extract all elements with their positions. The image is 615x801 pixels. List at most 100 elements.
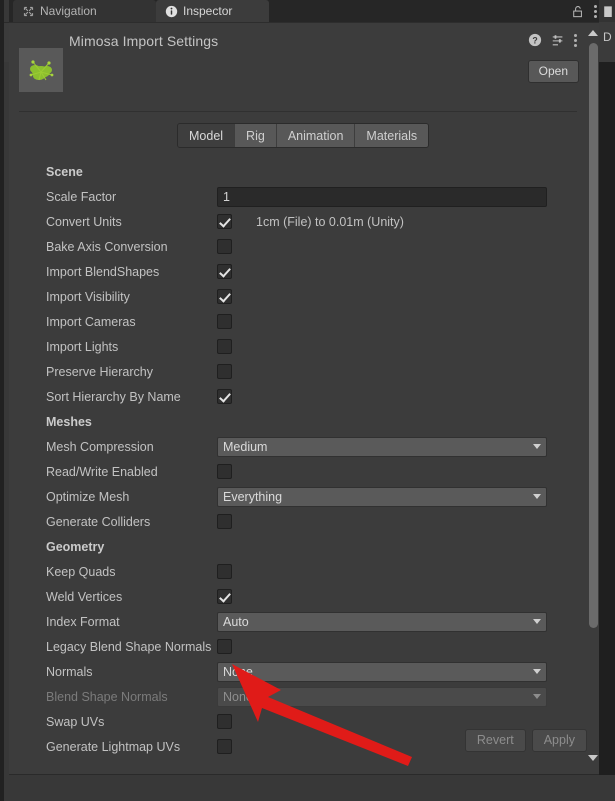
- tab-navigation-label: Navigation: [40, 4, 97, 18]
- property-row-preserve-hierarchy: Preserve Hierarchy: [9, 359, 587, 384]
- property-label-read-write-enabled: Read/Write Enabled: [9, 465, 217, 479]
- unity-editor-window: Navigation Inspector D: [0, 0, 615, 801]
- import-tab-label: Animation: [288, 129, 344, 143]
- help-icon[interactable]: ?: [528, 33, 542, 47]
- unlocked-padlock-icon[interactable]: [572, 5, 584, 18]
- tab-bar-controls: [572, 0, 597, 22]
- inspector-panel: Mimosa Import Settings ? Open: [9, 22, 599, 774]
- chevron-down-icon: [533, 619, 541, 624]
- checkbox-sort-hierarchy-by-name[interactable]: [217, 389, 232, 404]
- property-label-swap-uvs: Swap UVs: [9, 715, 217, 729]
- dropdown-blend-shape-normals: None: [217, 687, 547, 707]
- header-icon-group: ?: [528, 33, 577, 47]
- property-label-sort-hierarchy-by-name: Sort Hierarchy By Name: [9, 390, 217, 404]
- dropdown-value: None: [223, 665, 253, 679]
- import-tab-label: Model: [189, 129, 223, 143]
- right-neighbour-tab-label: D: [603, 30, 612, 44]
- dropdown-value: Medium: [223, 440, 267, 454]
- svg-text:?: ?: [532, 36, 537, 46]
- import-settings-tabs: Model Rig Animation Materials: [177, 123, 429, 148]
- property-label-import-visibility: Import Visibility: [9, 290, 217, 304]
- checkbox-keep-quads[interactable]: [217, 564, 232, 579]
- import-tab-model[interactable]: Model: [178, 124, 235, 147]
- dropdown-value: None: [223, 690, 253, 704]
- property-label-generate-lightmap-uvs: Generate Lightmap UVs: [9, 740, 217, 754]
- property-row-normals: NormalsNone: [9, 659, 587, 684]
- checkbox-import-blendshapes[interactable]: [217, 264, 232, 279]
- property-row-convert-units: Convert Units1cm (File) to 0.01m (Unity): [9, 209, 587, 234]
- checkbox-convert-units[interactable]: [217, 214, 232, 229]
- chevron-down-icon: [533, 494, 541, 499]
- scrollbar-thumb[interactable]: [589, 43, 598, 628]
- open-button[interactable]: Open: [528, 60, 579, 83]
- tab-inspector[interactable]: Inspector: [156, 0, 269, 22]
- right-neighbour-footer: [599, 775, 615, 801]
- import-tab-animation[interactable]: Animation: [277, 124, 356, 147]
- property-row-keep-quads: Keep Quads: [9, 559, 587, 584]
- property-row-scale-factor: Scale Factor 1: [9, 184, 587, 209]
- checkbox-weld-vertices[interactable]: [217, 589, 232, 604]
- property-row-weld-vertices: Weld Vertices: [9, 584, 587, 609]
- dropdown-index-format[interactable]: Auto: [217, 612, 547, 632]
- property-list: SceneScale Factor1Convert Units1cm (File…: [9, 159, 587, 759]
- checkbox-swap-uvs[interactable]: [217, 714, 232, 729]
- asset-header: Mimosa Import Settings ? Open: [9, 23, 587, 90]
- property-label-optimize-mesh: Optimize Mesh: [9, 490, 217, 504]
- input-value: 1: [223, 190, 230, 204]
- property-label-scale-factor: Scale Factor: [9, 190, 217, 204]
- property-row-read-write-enabled: Read/Write Enabled: [9, 459, 587, 484]
- vertical-scrollbar[interactable]: [587, 23, 599, 775]
- checkbox-generate-colliders[interactable]: [217, 514, 232, 529]
- checkbox-read-write-enabled[interactable]: [217, 464, 232, 479]
- property-label-mesh-compression: Mesh Compression: [9, 440, 217, 454]
- move-icon: [22, 5, 35, 18]
- revert-button[interactable]: Revert: [465, 729, 526, 752]
- property-row-index-format: Index FormatAuto: [9, 609, 587, 634]
- property-row-import-lights: Import Lights: [9, 334, 587, 359]
- property-label-import-lights: Import Lights: [9, 340, 217, 354]
- checkbox-legacy-blend-shape-normals[interactable]: [217, 639, 232, 654]
- import-tab-label: Materials: [366, 129, 417, 143]
- property-label-generate-colliders: Generate Colliders: [9, 515, 217, 529]
- checkbox-import-cameras[interactable]: [217, 314, 232, 329]
- property-row-optimize-mesh: Optimize MeshEverything: [9, 484, 587, 509]
- checkbox-note-convert-units: 1cm (File) to 0.01m (Unity): [256, 215, 404, 229]
- property-label-index-format: Index Format: [9, 615, 217, 629]
- checkbox-import-visibility[interactable]: [217, 289, 232, 304]
- property-row-blend-shape-normals: Blend Shape Normals None: [9, 684, 587, 709]
- property-label-legacy-blend-shape-normals: Legacy Blend Shape Normals: [9, 640, 217, 654]
- dropdown-normals[interactable]: None: [217, 662, 547, 682]
- checkbox-bake-axis-conversion[interactable]: [217, 239, 232, 254]
- checkbox-import-lights[interactable]: [217, 339, 232, 354]
- property-row-mesh-compression: Mesh Compression Medium: [9, 434, 587, 459]
- property-label-blend-shape-normals: Blend Shape Normals: [9, 690, 217, 704]
- scroll-down-arrow-icon[interactable]: [588, 753, 598, 763]
- property-row-sort-hierarchy-by-name: Sort Hierarchy By Name: [9, 384, 587, 409]
- green-plant-thumbnail-image: [19, 48, 63, 92]
- tab-navigation[interactable]: Navigation: [13, 0, 156, 22]
- input-scale-factor[interactable]: 1: [217, 187, 547, 207]
- property-row-import-cameras: Import Cameras: [9, 309, 587, 334]
- property-row-generate-colliders: Generate Colliders: [9, 509, 587, 534]
- dropdown-optimize-mesh[interactable]: Everything: [217, 487, 547, 507]
- asset-thumbnail: [19, 48, 63, 92]
- chevron-down-icon: [533, 669, 541, 674]
- kebab-menu-icon[interactable]: [574, 34, 577, 47]
- property-row-legacy-blend-shape-normals: Legacy Blend Shape Normals: [9, 634, 587, 659]
- import-tab-label: Rig: [246, 129, 265, 143]
- section-header-geometry: Geometry: [9, 534, 587, 559]
- dropdown-mesh-compression[interactable]: Medium: [217, 437, 547, 457]
- checkbox-generate-lightmap-uvs[interactable]: [217, 739, 232, 754]
- right-neighbour-body: [599, 62, 615, 801]
- panel-tab-bar: Navigation Inspector: [9, 0, 615, 22]
- import-tab-materials[interactable]: Materials: [355, 124, 428, 147]
- preset-settings-icon[interactable]: [551, 33, 565, 47]
- import-tab-rig[interactable]: Rig: [235, 124, 277, 147]
- kebab-menu-icon[interactable]: [594, 5, 597, 18]
- scroll-up-arrow-icon[interactable]: [588, 28, 598, 38]
- window-left-border: [0, 0, 4, 801]
- checkbox-preserve-hierarchy[interactable]: [217, 364, 232, 379]
- apply-button[interactable]: Apply: [532, 729, 587, 752]
- inspector-footer-strip: [9, 774, 599, 801]
- property-label-bake-axis-conversion: Bake Axis Conversion: [9, 240, 217, 254]
